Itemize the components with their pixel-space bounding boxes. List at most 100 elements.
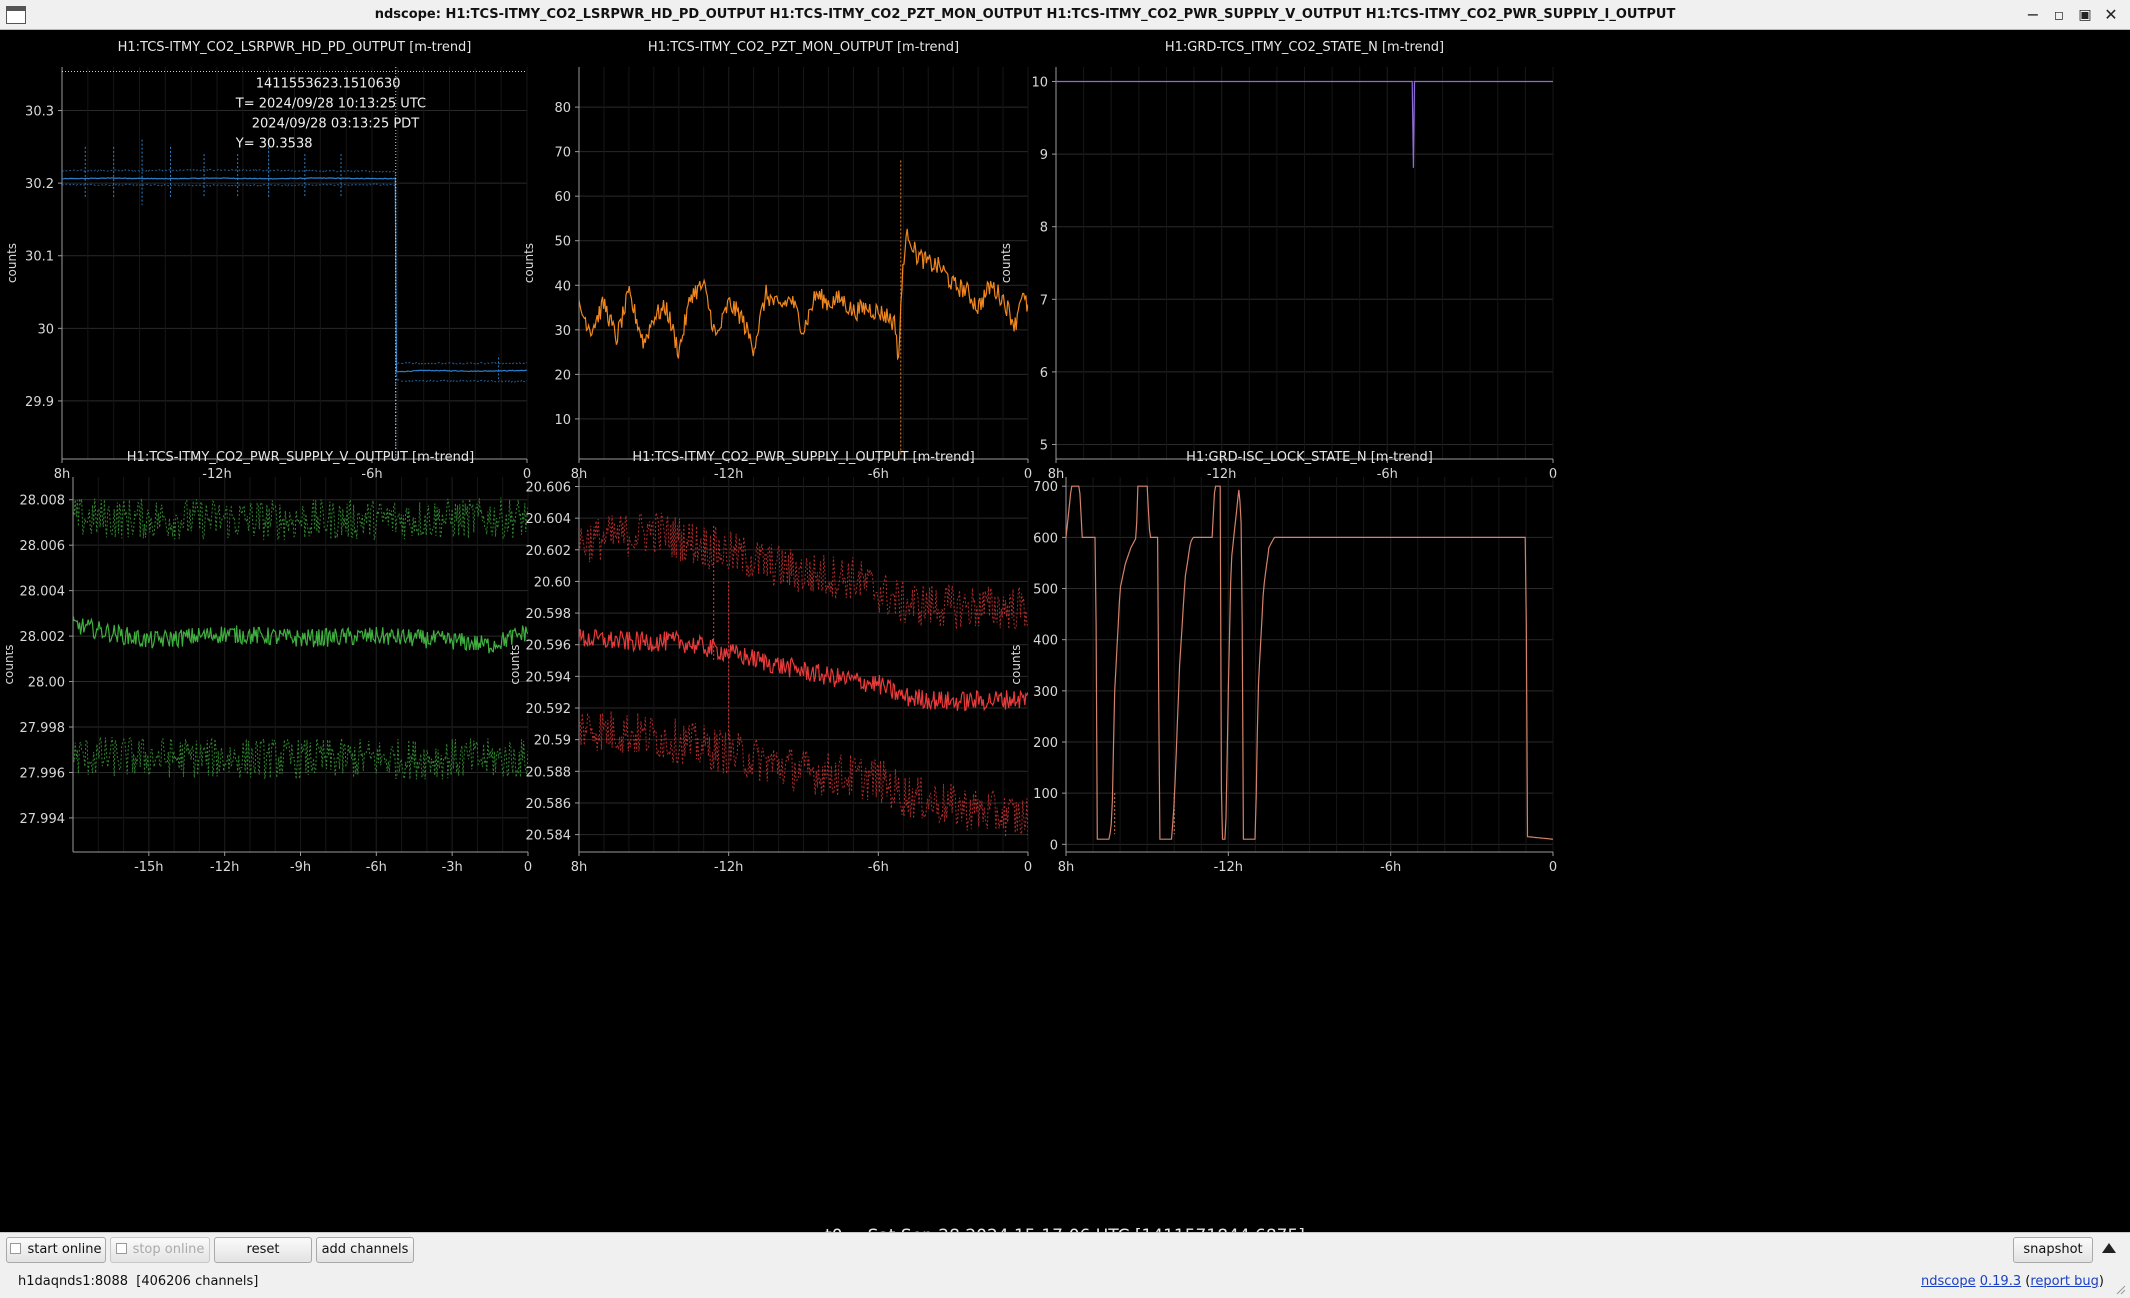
plot-5[interactable]: H1:TCS-ITMY_CO2_PWR_SUPPLY_I_OUTPUT [m-t… (508, 450, 1032, 875)
y-tick-label: 20.60 (534, 575, 571, 590)
minimize-icon[interactable]: − (2022, 4, 2044, 26)
y-axis-label: counts (6, 243, 19, 283)
x-tick-label: 0 (524, 860, 532, 875)
y-tick-label: 20.592 (526, 702, 572, 717)
report-bug-link[interactable]: report bug (2030, 1274, 2099, 1289)
plot-3[interactable]: H1:GRD-TCS_ITMY_CO2_STATE_N [m-trend] 5 6 7… (999, 40, 1557, 482)
y-tick-label: 20.596 (526, 639, 572, 654)
add-channels-button[interactable]: add channels (316, 1237, 414, 1263)
x-tick-label: -3h (442, 860, 463, 875)
y-tick-label: 5 (1040, 438, 1048, 453)
plot-title: H1:TCS-ITMY_CO2_PZT_MON_OUTPUT [m-trend] (648, 40, 959, 55)
y-tick-label: 20.588 (526, 765, 572, 780)
x-tick-label: -6h (1377, 467, 1398, 482)
y-tick-label: 28.008 (20, 494, 66, 509)
stop-online-button[interactable]: stop online (110, 1237, 210, 1263)
plot-2[interactable]: H1:TCS-ITMY_CO2_PZT_MON_OUTPUT [m-trend]… (522, 40, 1032, 482)
y-tick-label: 28.002 (20, 630, 66, 645)
plot-title: H1:TCS-ITMY_CO2_PWR_SUPPLY_I_OUTPUT [m-t… (632, 450, 974, 465)
y-tick-label: 9 (1040, 148, 1048, 163)
server-address: h1daqnds1:8088 (18, 1274, 128, 1289)
stop-online-label: stop online (132, 1242, 205, 1257)
y-tick-label: 80 (554, 101, 571, 116)
x-tick-label: -12h (210, 860, 239, 875)
y-tick-label: 20.602 (526, 544, 572, 559)
title-bar: ndscope: H1:TCS-ITMY_CO2_LSRPWR_HD_PD_OU… (0, 0, 2130, 30)
close-icon[interactable]: ✕ (2100, 4, 2122, 26)
y-tick-label: 10 (554, 413, 571, 428)
version-link[interactable]: 0.19.3 (1980, 1274, 2021, 1289)
plot-area[interactable]: H1:TCS-ITMY_CO2_LSRPWR_HD_PD_OUTPUT [m-t… (6, 30, 2124, 1246)
x-tick-label: -12h (1207, 467, 1236, 482)
y-axis-label: counts (522, 243, 536, 283)
x-tick-label: 8h (54, 467, 71, 482)
x-tick-label: -15h (134, 860, 163, 875)
plot-title: H1:TCS-ITMY_CO2_LSRPWR_HD_PD_OUTPUT [m-t… (118, 40, 472, 55)
y-axis-label: counts (508, 644, 522, 684)
y-tick-label: 6 (1040, 366, 1048, 381)
start-online-label: start online (27, 1242, 102, 1257)
bottom-toolbar: start online stop online reset add chann… (0, 1232, 2130, 1298)
y-tick-label: 10 (1031, 76, 1048, 91)
x-tick-label: 0 (1549, 860, 1557, 875)
maximize-icon[interactable]: ▣ (2074, 4, 2096, 26)
y-tick-label: 20.586 (526, 797, 572, 812)
ndscope-link[interactable]: ndscope (1921, 1274, 1976, 1289)
x-tick-label: -12h (202, 467, 231, 482)
x-tick-label: -6h (361, 467, 382, 482)
y-tick-label: 600 (1033, 531, 1058, 546)
plots-svg[interactable]: H1:TCS-ITMY_CO2_LSRPWR_HD_PD_OUTPUT [m-t… (6, 30, 2124, 1232)
y-tick-label: 20 (554, 368, 571, 383)
y-tick-label: 28.006 (20, 539, 66, 554)
y-tick-label: 7 (1040, 293, 1048, 308)
y-axis-label: counts (6, 644, 16, 684)
version-info: ndscope 0.19.3 (report bug) (1920, 1274, 2104, 1289)
plot-6[interactable]: H1:GRD-ISC_LOCK_STATE_N [m-trend] 0 100 200… (1009, 450, 1557, 875)
y-tick-label: 50 (554, 235, 571, 250)
y-tick-label: 27.996 (20, 766, 66, 781)
y-tick-label: 70 (554, 146, 571, 161)
x-tick-label: -9h (290, 860, 311, 875)
x-tick-label: 0 (1024, 860, 1032, 875)
x-tick-label: -6h (868, 860, 889, 875)
server-status: h1daqnds1:8088 [406206 channels] (18, 1274, 258, 1289)
y-tick-label: 30.3 (25, 105, 54, 120)
plot-title: H1:GRD-TCS_ITMY_CO2_STATE_N [m-trend] (1165, 40, 1444, 55)
expand-up-icon[interactable] (2102, 1243, 2116, 1253)
y-tick-label: 29.9 (25, 395, 54, 410)
y-tick-label: 60 (554, 190, 571, 205)
y-tick-label: 40 (554, 279, 571, 294)
y-tick-label: 100 (1033, 787, 1058, 802)
y-tick-label: 20.59 (534, 734, 571, 749)
cursor-y-label: Y= 30.3538 (235, 137, 313, 152)
y-tick-label: 30.2 (25, 177, 54, 192)
start-online-button[interactable]: start online (6, 1237, 106, 1263)
reset-button[interactable]: reset (214, 1237, 312, 1263)
x-tick-label: 8h (1058, 860, 1075, 875)
y-axis-label: counts (999, 243, 1013, 283)
snapshot-button[interactable]: snapshot (2013, 1237, 2093, 1263)
y-tick-label: 30 (554, 324, 571, 339)
plot-1[interactable]: H1:TCS-ITMY_CO2_LSRPWR_HD_PD_OUTPUT [m-t… (6, 40, 531, 482)
restore-icon[interactable]: ◻ (2048, 4, 2070, 26)
y-tick-label: 300 (1033, 685, 1058, 700)
y-tick-label: 400 (1033, 634, 1058, 649)
y-tick-label: 200 (1033, 736, 1058, 751)
y-tick-label: 30.1 (25, 250, 54, 265)
x-tick-label: -12h (714, 860, 743, 875)
resize-grip-icon[interactable] (2114, 1283, 2126, 1295)
plot-title: H1:GRD-ISC_LOCK_STATE_N [m-trend] (1186, 450, 1433, 465)
x-tick-label: -6h (1380, 860, 1401, 875)
y-axis-label: counts (1009, 644, 1023, 684)
x-tick-label: 8h (571, 860, 588, 875)
window-title: ndscope: H1:TCS-ITMY_CO2_LSRPWR_HD_PD_OU… (374, 7, 1676, 22)
y-tick-label: 20.606 (526, 480, 572, 495)
y-tick-label: 8 (1040, 221, 1048, 236)
x-tick-label: -6h (366, 860, 387, 875)
y-tick-label: 20.598 (526, 607, 572, 622)
plot-4[interactable]: H1:TCS-ITMY_CO2_PWR_SUPPLY_V_OUTPUT [m-t… (6, 450, 532, 875)
y-tick-label: 20.594 (526, 670, 572, 685)
channel-count: [406206 channels] (136, 1274, 259, 1289)
plot-title: H1:TCS-ITMY_CO2_PWR_SUPPLY_V_OUTPUT [m-t… (127, 450, 474, 465)
y-tick-label: 500 (1033, 583, 1058, 598)
